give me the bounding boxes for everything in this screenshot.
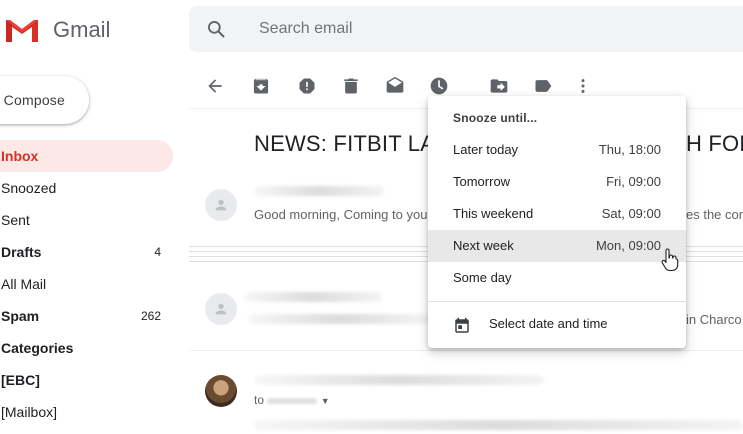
snooze-option-next-week[interactable]: Next week Mon, 09:00 [428,230,686,262]
sidebar-item-all-mail[interactable]: All Mail [0,268,173,300]
search-bar[interactable] [189,6,743,52]
gmail-logo[interactable]: Gmail [4,14,110,46]
sidebar-item-ebc[interactable]: [EBC] [0,364,173,396]
delete-icon [341,76,361,96]
sidebar-item-inbox[interactable]: Inbox [0,140,173,172]
snooze-option-tomorrow[interactable]: Tomorrow Fri, 09:00 [428,166,686,198]
sidebar-item-sent[interactable]: Sent [0,204,173,236]
to-label: to [254,393,265,407]
snooze-option-label: Some day [453,270,512,285]
sidebar-item-label: Spam [1,308,40,324]
search-icon[interactable] [206,19,226,44]
email-subject: NEWS: FITBIT LAU [254,131,451,157]
snooze-option-this-weekend[interactable]: This weekend Sat, 09:00 [428,198,686,230]
recipient-line[interactable]: to ▼ [254,393,330,407]
chevron-down-icon[interactable]: ▼ [321,396,330,406]
delete-button[interactable] [331,66,371,106]
snooze-option-time: Mon, 09:00 [595,238,661,253]
snooze-select-date-time[interactable]: Select date and time [428,308,686,340]
snooze-select-date-label: Select date and time [489,316,608,331]
mark-unread-icon [385,76,405,96]
sidebar-item-label: All Mail [1,276,47,292]
compose-button[interactable]: Compose [0,76,89,124]
redacted-recipient [267,397,318,404]
sidebar-item-spam[interactable]: Spam 262 [0,300,173,332]
snooze-option-time: Fri, 09:00 [606,174,661,189]
sidebar-item-count: 4 [154,245,161,259]
top-bar: Gmail [0,0,743,60]
move-to-icon [489,76,509,96]
sidebar-item-snoozed[interactable]: Snoozed [0,172,173,204]
snooze-menu-divider [428,301,686,302]
redacted-body [254,420,743,430]
sidebar-item-label: Categories [1,340,74,356]
label-icon [533,76,553,96]
snooze-option-label: Next week [453,238,514,253]
more-vert-icon [573,76,593,96]
mark-unread-button[interactable] [375,66,415,106]
back-button[interactable] [195,66,235,106]
snooze-option-some-day[interactable]: Some day [428,262,686,294]
snooze-option-label: Tomorrow [453,174,511,189]
sidebar-item-label: [EBC] [1,372,40,388]
report-spam-icon [297,76,317,96]
message-snippet-overflow[interactable]: in Charco [686,312,742,327]
report-spam-button[interactable] [287,66,327,106]
message-snippet-overflow[interactable]: es the cor [686,207,743,222]
sidebar-item-categories[interactable]: Categories [0,332,173,364]
archive-icon [251,76,271,96]
sender-avatar[interactable] [205,375,237,407]
person-icon [215,303,227,315]
email-subject-overflow: H FOR [686,131,743,157]
sidebar-item-drafts[interactable]: Drafts 4 [0,236,173,268]
sender-avatar[interactable] [205,293,237,325]
sidebar-item-label: Snoozed [1,180,57,196]
sidebar-item-label: Sent [1,212,30,228]
sidebar-item-count: 262 [140,309,161,323]
sidebar-nav: Inbox Snoozed Sent Drafts 4 All Mail Spa… [0,140,180,428]
back-arrow-icon [205,76,225,96]
redacted-snippet [248,314,430,324]
snooze-option-label: Later today [453,142,519,157]
snooze-option-time: Sat, 09:00 [601,206,661,221]
snooze-menu-title: Snooze until... [453,111,538,125]
snooze-option-label: This weekend [453,206,534,221]
sidebar-item-label: [Mailbox] [1,404,58,420]
calendar-icon [453,315,471,347]
search-input[interactable] [259,6,729,52]
message-snippet[interactable]: Good morning, Coming to you [254,207,427,222]
hand-cursor-icon [660,248,680,277]
sidebar-item-mailbox[interactable]: [Mailbox] [0,396,173,428]
redacted-sender [254,375,544,385]
subject-text-left: NEWS: FITBIT LAU [254,131,452,156]
message-divider [189,350,743,351]
gmail-m-icon [4,16,40,44]
snooze-option-later-today[interactable]: Later today Thu, 18:00 [428,134,686,166]
gmail-wordmark: Gmail [53,17,111,42]
snooze-option-time: Thu, 18:00 [598,142,661,157]
person-icon [215,199,227,211]
subject-text-right: H FOR [686,131,743,156]
snooze-clock-icon [429,76,449,96]
archive-button[interactable] [241,66,281,106]
redacted-sender [254,186,384,196]
redacted-sender [244,292,382,302]
sidebar-item-label: Drafts [1,244,42,260]
sender-avatar[interactable] [205,189,237,221]
snooze-menu: Snooze until... Later today Thu, 18:00 T… [428,96,686,348]
sidebar-item-label: Inbox [1,148,39,164]
